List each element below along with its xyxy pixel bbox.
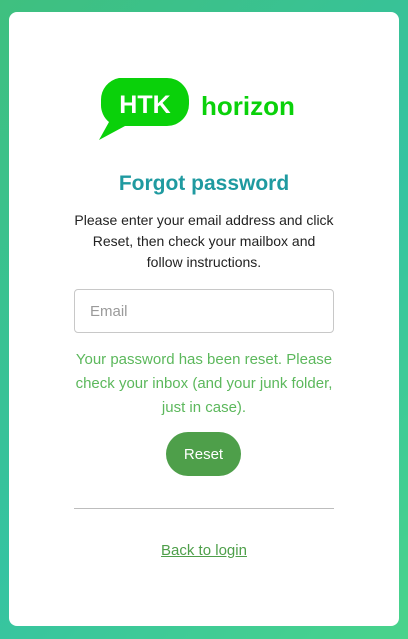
reset-button[interactable]: Reset — [166, 432, 241, 476]
logo-word-text: horizon — [201, 91, 295, 121]
email-field[interactable] — [74, 289, 334, 333]
back-to-login-link[interactable]: Back to login — [161, 542, 247, 559]
forgot-password-card: HTK horizon Forgot password Please enter… — [9, 12, 399, 626]
htk-horizon-logo: HTK horizon — [97, 74, 317, 146]
divider — [74, 508, 334, 509]
back-link-container: Back to login — [9, 542, 399, 559]
instructions-text: Please enter your email address and clic… — [74, 212, 334, 270]
page-title: Forgot password — [118, 172, 290, 195]
success-message: Your password has been reset. Please che… — [75, 351, 333, 416]
logo-badge-text: HTK — [119, 91, 170, 119]
